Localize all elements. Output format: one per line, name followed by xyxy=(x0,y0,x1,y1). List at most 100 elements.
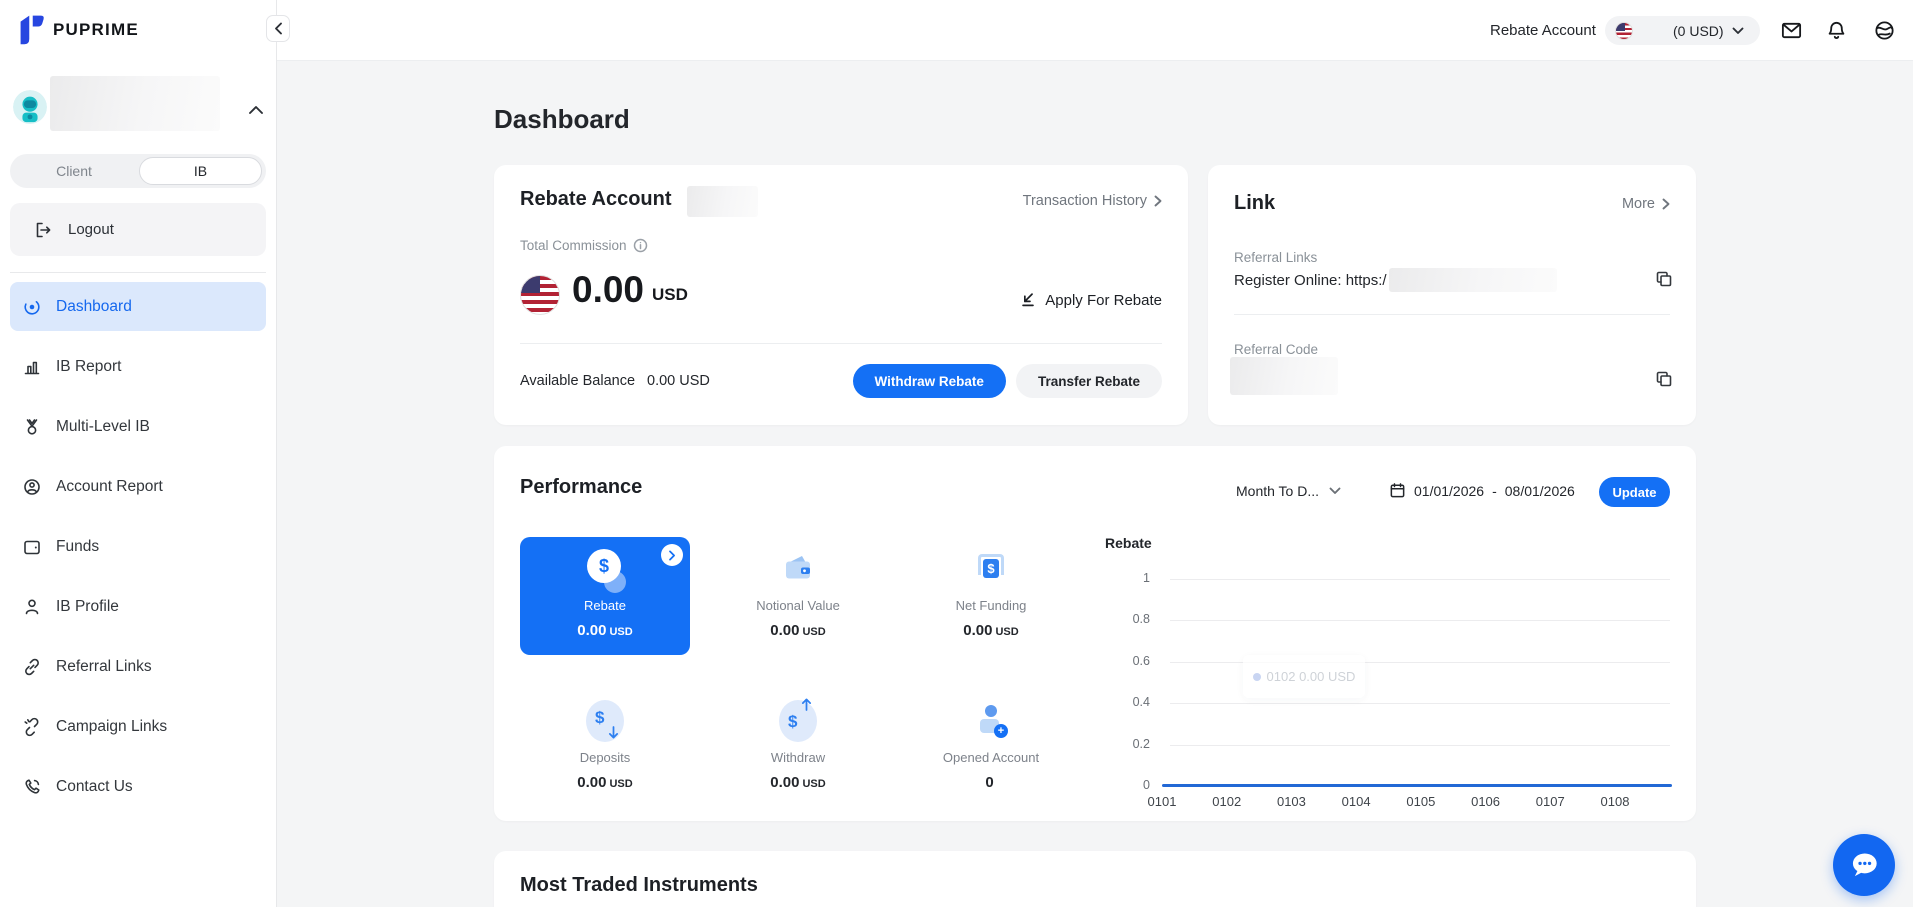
transaction-history-link[interactable]: Transaction History xyxy=(1023,193,1162,209)
date-end: 08/01/2026 xyxy=(1505,483,1575,499)
withdraw-rebate-button[interactable]: Withdraw Rebate xyxy=(853,364,1006,398)
chart-data-line xyxy=(1162,784,1672,787)
toggle-client[interactable]: Client xyxy=(10,163,138,179)
puprime-logo-icon xyxy=(16,13,46,46)
y-axis-tick-label: 0.6 xyxy=(1070,654,1150,668)
sidebar-item-account-report[interactable]: Account Report xyxy=(10,462,266,511)
date-range-value: Month To D... xyxy=(1236,483,1319,499)
sidebar-item-ib-profile[interactable]: IB Profile xyxy=(10,582,266,631)
chevron-right-icon xyxy=(1662,198,1670,210)
tile-notional-value[interactable]: Notional Value 0.00USD xyxy=(713,537,883,655)
more-link[interactable]: More xyxy=(1622,196,1670,212)
sidebar-item-label: Dashboard xyxy=(56,298,132,316)
sidebar-item-label: Referral Links xyxy=(56,658,152,676)
calendar-icon xyxy=(1389,482,1406,499)
copy-referral-code-icon[interactable] xyxy=(1654,369,1674,389)
logout-icon xyxy=(33,220,53,240)
apply-rebate-label: Apply For Rebate xyxy=(1045,292,1162,309)
live-chat-button[interactable] xyxy=(1833,834,1895,896)
tile-withdraw[interactable]: $ Withdraw 0.00USD xyxy=(713,689,883,807)
tile-currency: USD xyxy=(609,626,632,638)
language-globe-icon[interactable] xyxy=(1873,19,1896,42)
tile-rebate[interactable]: $ Rebate 0.00USD xyxy=(520,537,690,655)
sidebar-item-ib-report[interactable]: IB Report xyxy=(10,342,266,391)
chevron-right-icon xyxy=(1154,195,1162,207)
sidebar-item-label: Account Report xyxy=(56,478,163,496)
x-axis-tick-label: 0104 xyxy=(1342,794,1371,809)
tile-value: 0.00 xyxy=(770,622,799,639)
copy-referral-link-icon[interactable] xyxy=(1654,269,1674,289)
logout-button[interactable]: Logout xyxy=(10,203,266,256)
chart-title: Rebate xyxy=(1105,535,1152,551)
sidebar-item-funds[interactable]: Funds xyxy=(10,522,266,571)
date-start: 01/01/2026 xyxy=(1414,483,1484,499)
tile-expand-chevron[interactable] xyxy=(661,544,683,566)
chevron-down-icon xyxy=(1329,487,1341,495)
tile-currency: USD xyxy=(995,626,1018,638)
sidebar-divider xyxy=(10,272,266,273)
brand-name: PUPRIME xyxy=(53,20,139,40)
tile-net-funding[interactable]: $ Net Funding 0.00USD xyxy=(906,537,1076,655)
total-commission-row: Total Commission xyxy=(520,238,648,253)
tile-deposits[interactable]: $ Deposits 0.00USD xyxy=(520,689,690,807)
rebate-account-card: Rebate Account Transaction History Total… xyxy=(494,165,1188,425)
chart-gridline xyxy=(1170,579,1670,580)
tile-label: Opened Account xyxy=(943,750,1039,765)
link-card: Link More Referral Links Register Online… xyxy=(1208,165,1696,425)
update-button[interactable]: Update xyxy=(1599,477,1670,507)
us-flag-icon xyxy=(1615,22,1633,40)
sidebar-item-referral-links[interactable]: Referral Links xyxy=(10,642,266,691)
puprime-logo[interactable]: PUPRIME xyxy=(16,13,139,46)
tile-label: Notional Value xyxy=(756,598,840,613)
link-icon xyxy=(22,657,42,677)
sidebar-nav: Dashboard IB Report Multi-Level IB Accou… xyxy=(10,282,266,811)
sidebar-item-label: IB Report xyxy=(56,358,121,376)
sidebar-item-label: Campaign Links xyxy=(56,718,167,736)
referral-links-label: Referral Links xyxy=(1234,250,1317,265)
medal-icon xyxy=(22,417,42,437)
toggle-ib[interactable]: IB xyxy=(139,157,262,185)
withdraw-icon: $ xyxy=(779,700,817,742)
sidebar-item-label: IB Profile xyxy=(56,598,119,616)
x-axis-tick-label: 0107 xyxy=(1536,794,1565,809)
user-menu[interactable] xyxy=(0,76,277,132)
date-range-picker[interactable]: 01/01/2026 - 08/01/2026 xyxy=(1389,482,1575,499)
apply-for-rebate-link[interactable]: Apply For Rebate xyxy=(1019,291,1162,309)
sidebar-item-multi-level-ib[interactable]: Multi-Level IB xyxy=(10,402,266,451)
date-range-dropdown[interactable]: Month To D... xyxy=(1236,483,1341,499)
chevron-up-icon xyxy=(248,102,264,120)
most-traded-title: Most Traded Instruments xyxy=(520,874,758,897)
commission-value: 0.00 xyxy=(572,268,644,312)
rebate-card-title: Rebate Account xyxy=(520,188,672,211)
chart-gridline xyxy=(1170,703,1670,704)
top-header: Rebate Account (0 USD) xyxy=(277,0,1913,61)
sidebar-collapse-button[interactable] xyxy=(266,15,290,42)
x-axis-tick-label: 0103 xyxy=(1277,794,1306,809)
info-icon[interactable] xyxy=(633,238,648,253)
tile-label: Deposits xyxy=(580,750,631,765)
performance-title: Performance xyxy=(520,476,642,499)
tile-label: Net Funding xyxy=(956,598,1027,613)
deposits-icon: $ xyxy=(586,700,624,742)
performance-card: Performance Month To D... 01/01/2026 - 0… xyxy=(494,446,1696,821)
sidebar-item-campaign-links[interactable]: Campaign Links xyxy=(10,702,266,751)
referral-code-label: Referral Code xyxy=(1234,342,1318,357)
tooltip-text: 0102 0.00 USD xyxy=(1267,669,1356,684)
transfer-rebate-button[interactable]: Transfer Rebate xyxy=(1016,364,1162,398)
y-axis-tick-label: 0.2 xyxy=(1070,737,1150,751)
sidebar-item-dashboard[interactable]: Dashboard xyxy=(10,282,266,331)
apply-rebate-icon xyxy=(1019,291,1037,309)
account-selector[interactable]: (0 USD) xyxy=(1605,16,1760,45)
us-flag-icon xyxy=(520,275,560,315)
tile-opened-account[interactable]: + Opened Account 0 xyxy=(906,689,1076,807)
bar-chart-icon xyxy=(22,357,42,377)
wallet-icon xyxy=(778,548,818,590)
most-traded-card: Most Traded Instruments xyxy=(494,851,1696,907)
available-balance-row: Available Balance 0.00 USD Withdraw Reba… xyxy=(520,364,1162,398)
page-title: Dashboard xyxy=(494,104,630,135)
chart-gridline xyxy=(1170,745,1670,746)
redacted-referral-code xyxy=(1230,357,1338,395)
mail-icon[interactable] xyxy=(1780,19,1803,42)
notifications-bell-icon[interactable] xyxy=(1825,19,1848,42)
sidebar-item-contact-us[interactable]: Contact Us xyxy=(10,762,266,811)
